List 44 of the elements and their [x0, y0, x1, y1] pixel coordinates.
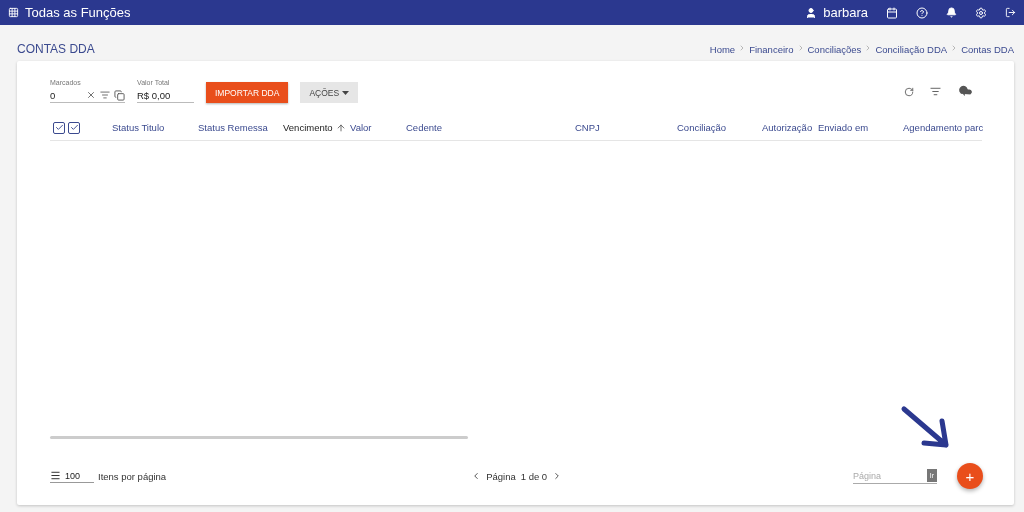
import-button[interactable]: IMPORTAR DDA — [206, 82, 289, 103]
column-header[interactable]: Vencimento — [283, 122, 350, 133]
breadcrumb-link[interactable]: Contas DDA — [961, 43, 1014, 55]
select-checkbox[interactable] — [68, 121, 80, 134]
column-header[interactable]: CNPJ — [575, 122, 677, 133]
page-label: Página — [486, 470, 516, 482]
column-header[interactable]: Status Remessa — [198, 122, 283, 133]
column-header[interactable]: Status Titulo — [112, 122, 198, 133]
actions-button[interactable]: AÇÕES — [300, 82, 359, 103]
column-header[interactable]: Valor — [350, 122, 406, 133]
column-header[interactable]: Enviado em — [818, 122, 903, 133]
page-size-label: Itens por página — [98, 470, 167, 482]
bell-icon[interactable] — [946, 7, 957, 18]
clear-icon[interactable] — [86, 90, 96, 100]
apps-icon[interactable] — [8, 7, 19, 18]
copy-icon[interactable] — [114, 89, 125, 101]
page-title: CONTAS DDA — [17, 42, 95, 56]
breadcrumb-link[interactable]: Conciliações — [807, 43, 862, 55]
calendar-icon[interactable] — [886, 6, 898, 19]
marked-field[interactable]: 0 — [50, 88, 125, 103]
column-header[interactable]: Cedente — [406, 122, 575, 133]
page-info: 1 de 0 — [520, 470, 548, 482]
breadcrumb-link[interactable]: Conciliação DDA — [875, 43, 948, 55]
help-icon[interactable] — [916, 6, 928, 19]
sort-icon[interactable] — [335, 122, 346, 133]
logout-icon[interactable] — [1005, 7, 1016, 18]
user-name[interactable]: barbara — [823, 5, 868, 20]
refresh-icon[interactable] — [904, 86, 914, 97]
breadcrumb-link[interactable]: Home — [709, 43, 736, 55]
caret-icon — [342, 90, 350, 95]
column-header[interactable]: Autorização — [762, 122, 818, 133]
column-header[interactable]: Agendamento parc — [903, 122, 993, 133]
total-field: R$ 0,00 — [137, 88, 194, 103]
page-size-select[interactable]: 100 — [50, 469, 94, 483]
app-title[interactable]: Todas as Funções — [25, 5, 131, 20]
user-icon[interactable] — [805, 6, 818, 19]
settings-icon[interactable] — [975, 6, 987, 19]
filter-icon[interactable] — [930, 86, 941, 97]
column-header[interactable]: Conciliação — [677, 122, 762, 133]
select-checkbox[interactable] — [53, 121, 65, 134]
menu-icon — [50, 470, 61, 481]
add-button[interactable]: + — [957, 463, 983, 489]
scrollbar[interactable] — [50, 436, 468, 439]
breadcrumb-link[interactable]: Financeiro — [749, 43, 794, 55]
